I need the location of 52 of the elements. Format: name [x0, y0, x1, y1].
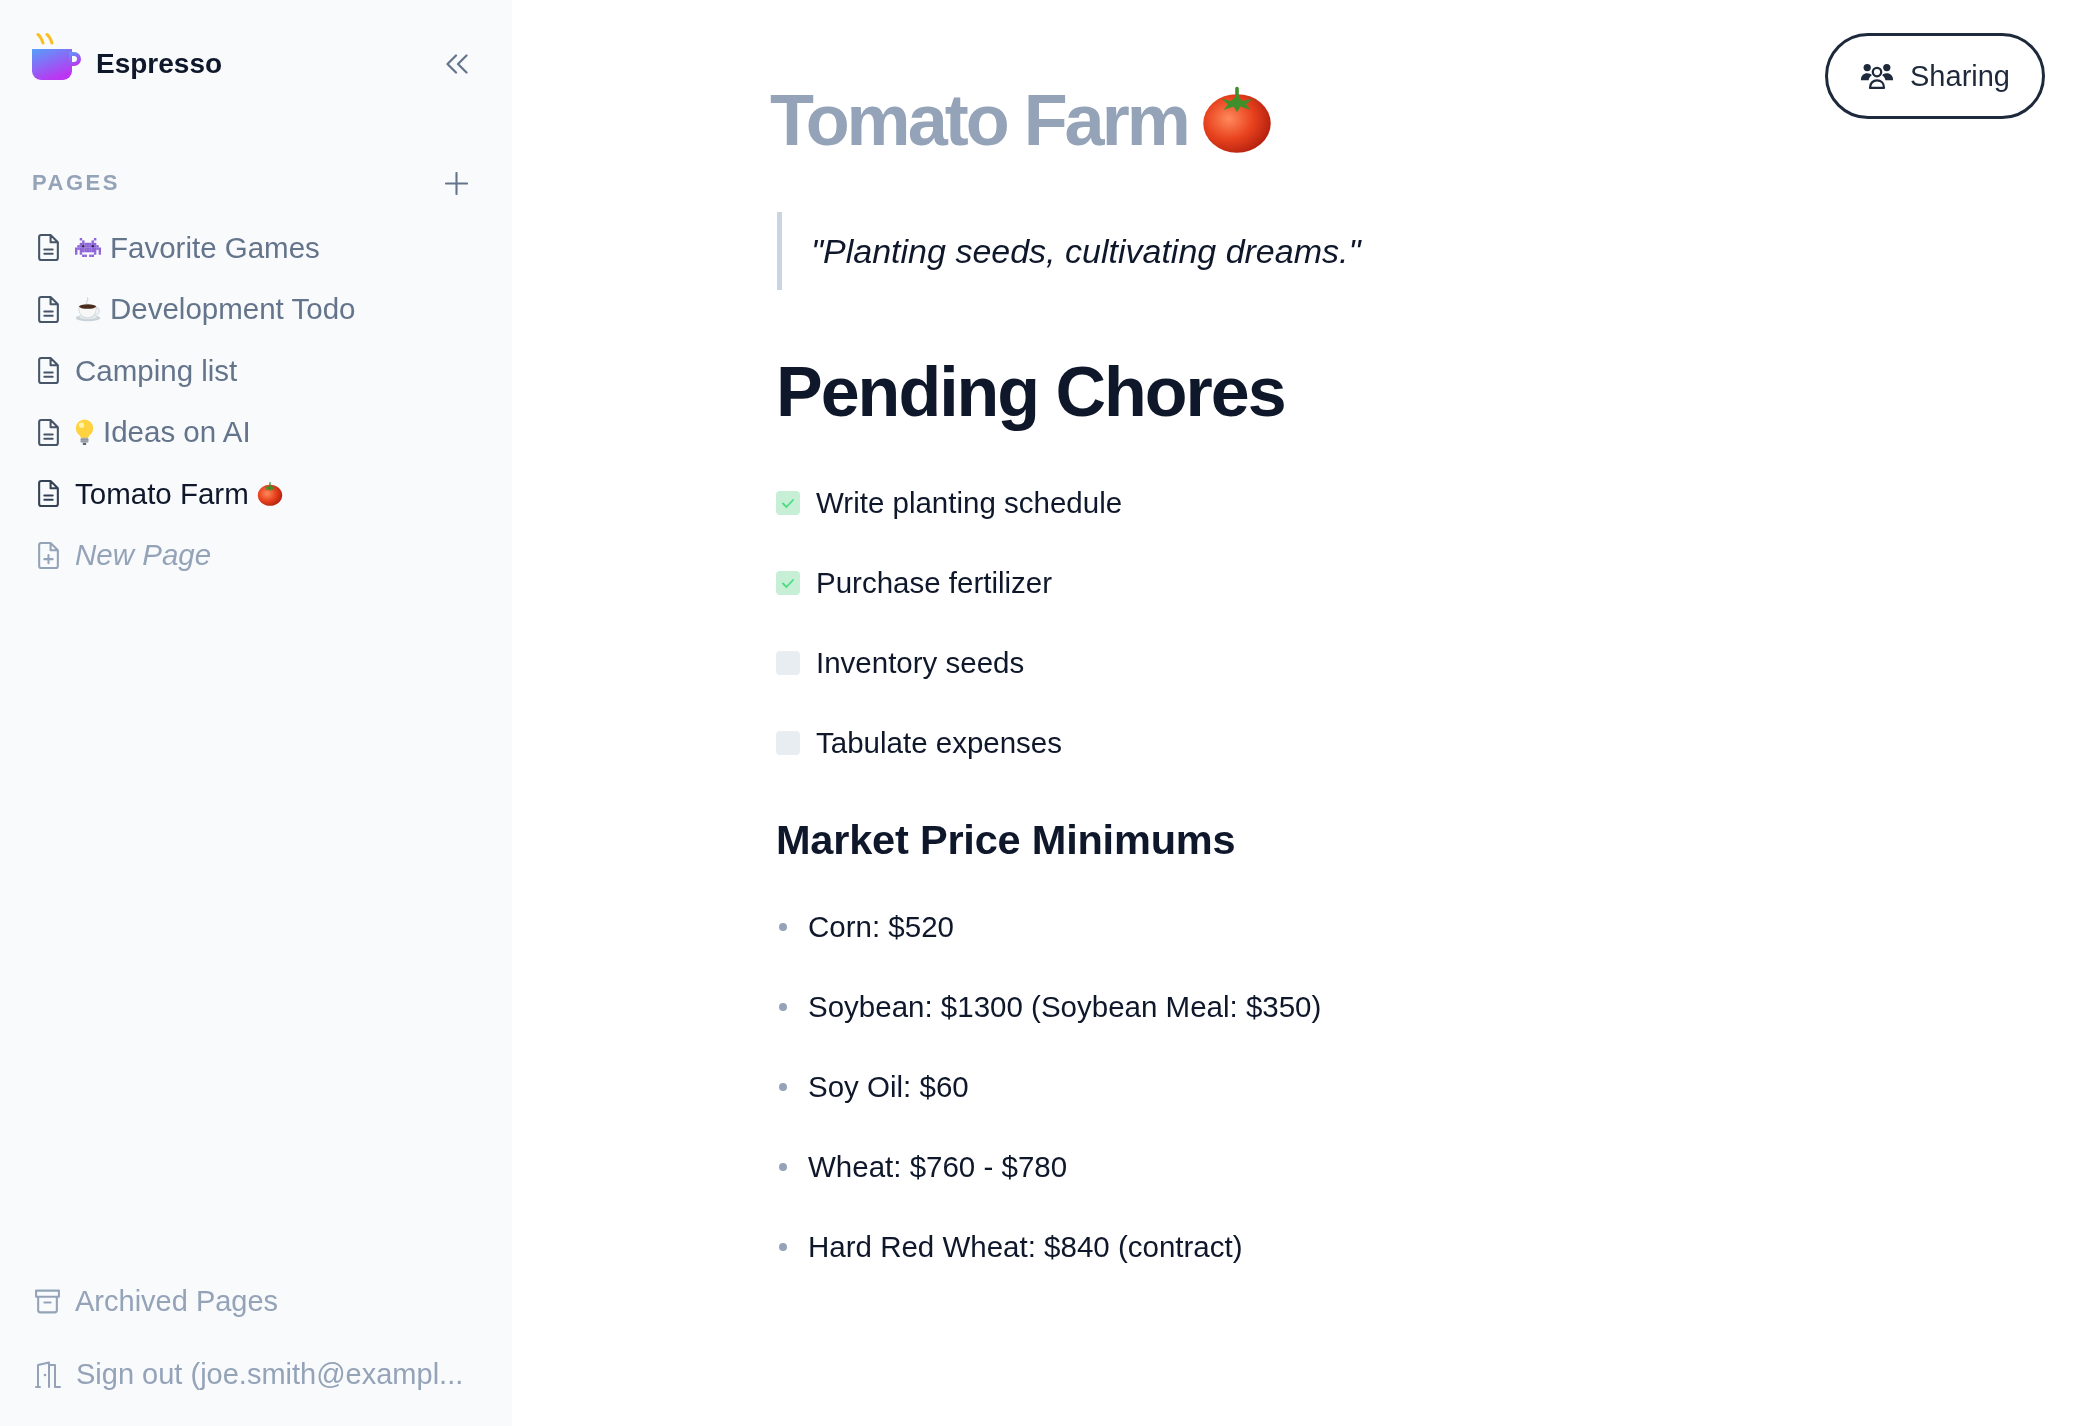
list-item-text: Soy Oil: $60 — [808, 1070, 969, 1104]
document-icon — [38, 357, 59, 385]
section-heading: Pending Chores — [776, 352, 1285, 433]
users-icon — [1860, 62, 1895, 90]
bullet-icon — [779, 1083, 787, 1091]
list-item-text: Corn: $520 — [808, 910, 954, 944]
tick-icon — [782, 498, 794, 508]
list-item-text: Soybean: $1300 (Soybean Meal: $350) — [808, 990, 1322, 1024]
page-title: Tomato Farm — [770, 79, 1188, 162]
new-page-link[interactable]: New Page — [32, 524, 212, 586]
task-text: Tabulate expenses — [816, 726, 1062, 760]
page-link[interactable]: Favorite Games — [32, 217, 320, 279]
archived-pages-link[interactable]: Archived Pages — [32, 1281, 279, 1321]
tick-icon — [782, 578, 794, 588]
blockquote: "Planting seeds, cultivating dreams." — [777, 212, 1361, 290]
bullet-icon — [779, 1003, 787, 1011]
coffee-cup-icon — [75, 296, 101, 323]
document-icon — [38, 234, 59, 262]
app-name: Espresso — [96, 48, 223, 80]
add-page-button[interactable] — [445, 171, 468, 195]
task-text: Purchase fertilizer — [816, 566, 1053, 600]
document-icon — [38, 295, 59, 323]
archive-box-icon — [34, 1288, 61, 1314]
task-text: Inventory seeds — [816, 646, 1025, 680]
document-icon — [38, 418, 59, 446]
page-link[interactable]: Tomato Farm — [32, 463, 283, 525]
page-link[interactable]: Camping list — [32, 340, 238, 402]
subsection-heading: Market Price Minimums — [776, 815, 1236, 864]
bullet-icon — [779, 923, 787, 931]
task-text: Write planting schedule — [816, 486, 1123, 520]
bullet-icon — [779, 1163, 787, 1171]
collapse-sidebar-button[interactable] — [446, 54, 468, 74]
space-invader-icon — [75, 238, 101, 258]
page-link[interactable]: Ideas on AI — [32, 401, 251, 463]
page-link[interactable]: Development Todo — [32, 278, 356, 340]
tomato-icon — [256, 480, 283, 507]
list-item-text: Hard Red Wheat: $840 (contract) — [808, 1230, 1243, 1264]
checkbox[interactable] — [776, 571, 800, 595]
door-icon — [34, 1360, 62, 1388]
tomato-icon — [1200, 85, 1273, 155]
plus-icon — [445, 171, 468, 195]
sign-out-link[interactable]: Sign out (joe.smith@exampl... — [32, 1354, 464, 1394]
section-label: PAGES — [32, 170, 120, 196]
light-bulb-icon — [75, 418, 94, 446]
checkbox[interactable] — [776, 491, 800, 515]
list-item-text: Wheat: $760 - $780 — [808, 1150, 1068, 1184]
document-icon — [38, 480, 59, 508]
document-plus-icon — [38, 541, 59, 569]
coffee-cup-logo — [32, 33, 81, 80]
double-chevron-left-icon — [446, 54, 468, 74]
bullet-icon — [779, 1243, 787, 1251]
sharing-button[interactable]: Sharing — [1825, 33, 2045, 119]
